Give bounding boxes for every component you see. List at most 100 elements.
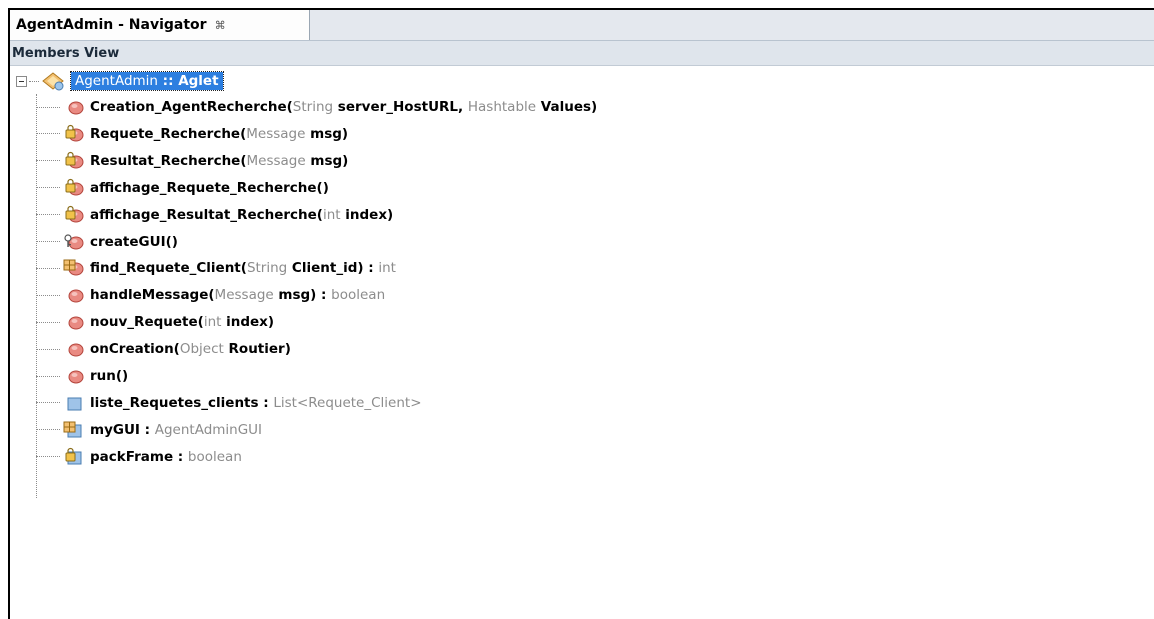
tab-navigator[interactable]: AgentAdmin - Navigator ⌘ (10, 10, 310, 40)
class-icon (42, 72, 64, 91)
type-text: Message (214, 287, 274, 304)
type-text: boolean (331, 287, 386, 304)
member-signature: affichage_Resultat_Recherche(int index) (90, 207, 393, 223)
protected-method-icon (62, 178, 84, 198)
member-signature: packFrame : boolean (90, 449, 242, 465)
member-signature: Creation_AgentRecherche(String server_Ho… (90, 99, 597, 115)
type-text: String (246, 260, 288, 277)
tab-title: AgentAdmin - Navigator (16, 17, 207, 33)
signature-text: handleMessage( (90, 287, 215, 304)
member-row[interactable]: run() (36, 365, 128, 387)
tree-connector (36, 241, 60, 242)
tree-root-label[interactable]: AgentAdmin :: Aglet (70, 71, 224, 91)
signature-text: packFrame : (90, 448, 188, 465)
tree-connector (36, 214, 60, 216)
member-row[interactable]: createGUI() (36, 231, 178, 253)
protected-method-icon (62, 124, 84, 144)
signature-text: index) (221, 314, 275, 331)
public-method-icon (62, 339, 84, 359)
tree-connector (36, 321, 60, 323)
root-superclass: Aglet (178, 73, 219, 89)
tree-connector (36, 375, 60, 377)
member-row[interactable]: affichage_Requete_Recherche() (36, 177, 329, 199)
member-row[interactable]: Creation_AgentRecherche(String server_Ho… (36, 96, 597, 118)
signature-text: Requete_Recherche( (90, 125, 247, 142)
package-field-icon (62, 420, 84, 440)
type-text: String (292, 99, 334, 115)
protected-method-icon (62, 151, 84, 171)
type-text: Message (246, 152, 306, 169)
tree-root-row[interactable]: AgentAdmin :: Aglet (16, 70, 224, 92)
member-row[interactable]: handleMessage(Message msg) : boolean (36, 284, 385, 306)
tree-connector (36, 348, 60, 350)
member-signature: handleMessage(Message msg) : boolean (90, 287, 385, 303)
type-text: Hashtable (467, 99, 537, 115)
tree-connector (36, 106, 60, 108)
signature-text: affichage_Requete_Recherche() (90, 179, 329, 196)
member-row[interactable]: Requete_Recherche(Message msg) (36, 123, 348, 145)
type-text: List<Requete_Client> (273, 394, 422, 411)
member-row[interactable]: packFrame : boolean (36, 446, 242, 468)
public-method-icon (62, 312, 84, 332)
signature-text: affichage_Resultat_Recherche( (90, 206, 323, 223)
signature-text: msg) : (273, 287, 332, 304)
member-signature: Resultat_Recherche(Message msg) (90, 153, 348, 169)
tree-connector (36, 133, 60, 135)
member-signature: myGUI : AgentAdminGUI (90, 422, 262, 438)
collapse-icon[interactable] (16, 75, 27, 87)
type-text: int (322, 206, 341, 223)
member-signature: liste_Requetes_clients : List<Requete_Cl… (90, 395, 422, 411)
root-class-name: AgentAdmin (75, 73, 158, 89)
signature-text: nouv_Requete( (90, 314, 204, 331)
member-signature: Requete_Recherche(Message msg) (90, 126, 348, 142)
type-text: int (203, 314, 222, 331)
public-method-icon (62, 366, 84, 386)
navigator-window: AgentAdmin - Navigator ⌘ Members View Ag… (8, 8, 1154, 619)
signature-text: Routier) (223, 341, 291, 358)
type-text: Object (179, 341, 224, 358)
member-signature: affichage_Requete_Recherche() (90, 180, 329, 196)
signature-text: Creation_AgentRecherche( (90, 99, 293, 115)
tree-connector (36, 294, 60, 296)
members-view-toolbar: Members View (10, 41, 1154, 66)
signature-text: run() (90, 368, 129, 384)
member-signature: find_Requete_Client(String Client_id) : … (90, 260, 396, 276)
root-separator: :: (157, 73, 179, 89)
public-method-icon (62, 285, 84, 305)
tree-connector (36, 187, 60, 189)
signature-text: Client_id) : (287, 260, 379, 277)
protected-field-icon (62, 447, 84, 467)
member-signature: run() (90, 368, 128, 384)
signature-text: Resultat_Recherche( (90, 152, 247, 169)
signature-text: find_Requete_Client( (90, 260, 247, 277)
type-text: Message (246, 125, 306, 142)
type-text: int (378, 260, 396, 277)
member-row[interactable]: onCreation(Object Routier) (36, 338, 291, 360)
signature-text: liste_Requetes_clients : (90, 394, 274, 411)
tree-connector (36, 402, 60, 404)
member-row[interactable]: liste_Requetes_clients : List<Requete_Cl… (36, 392, 422, 414)
member-row[interactable]: Resultat_Recherche(Message msg) (36, 150, 348, 172)
signature-text: server_HostURL, (333, 99, 468, 115)
package-method-icon (62, 258, 84, 278)
member-row[interactable]: nouv_Requete(int index) (36, 311, 274, 333)
public-method-icon (62, 97, 84, 117)
signature-text: myGUI : (90, 421, 155, 438)
private-method-icon (62, 232, 84, 252)
members-view-label: Members View (12, 45, 120, 61)
close-icon[interactable]: ⌘ (215, 19, 226, 32)
member-row[interactable]: myGUI : AgentAdminGUI (36, 419, 262, 441)
member-row[interactable]: find_Requete_Client(String Client_id) : … (36, 257, 396, 279)
type-text: boolean (187, 448, 242, 465)
member-signature: createGUI() (90, 234, 178, 250)
signature-text: msg) (305, 125, 349, 142)
tree-connector (36, 160, 60, 162)
member-row[interactable]: affichage_Resultat_Recherche(int index) (36, 204, 393, 226)
signature-text: onCreation( (90, 341, 180, 358)
tree-connector (36, 429, 60, 431)
tab-bar: AgentAdmin - Navigator ⌘ (10, 10, 1154, 41)
field-icon (62, 393, 84, 413)
tree-connector (36, 456, 60, 458)
protected-method-icon (62, 205, 84, 225)
signature-text: Values) (536, 99, 598, 115)
